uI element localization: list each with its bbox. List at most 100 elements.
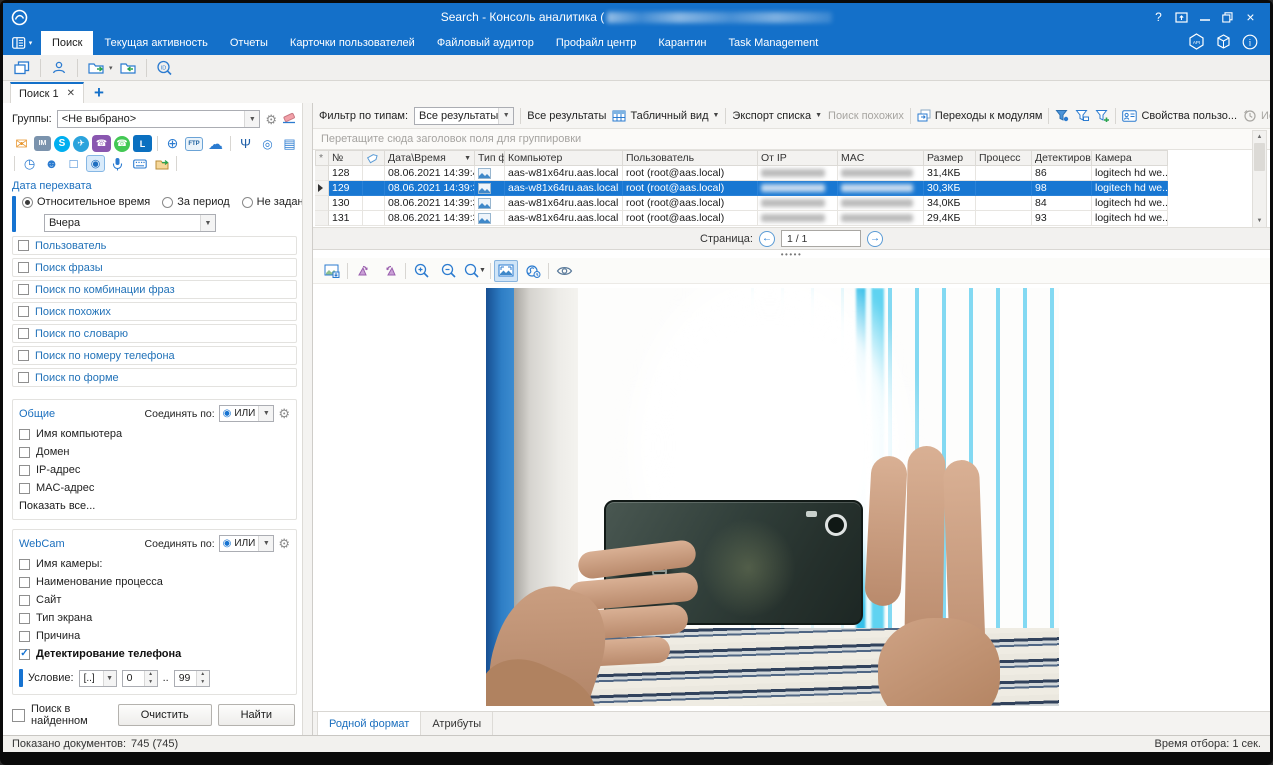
scroll-down-arrow[interactable]: ▼ xyxy=(1257,215,1263,227)
restore-button[interactable] xyxy=(1216,6,1239,28)
checkbox[interactable] xyxy=(18,240,29,251)
ftp-channel-icon[interactable]: FTP xyxy=(185,137,203,151)
column-from-ip[interactable]: От IP xyxy=(758,150,838,166)
webcam-channel-icon-selected[interactable]: ◉ xyxy=(86,155,105,172)
search-by-id-button[interactable]: ID xyxy=(153,57,177,79)
table-view-button[interactable]: Табличный вид▼ xyxy=(612,110,719,122)
user-search-button[interactable] xyxy=(47,57,71,79)
checkbox[interactable] xyxy=(19,447,30,458)
menu-tab-task-management[interactable]: Task Management xyxy=(717,31,829,55)
menu-tab-profile-center[interactable]: Профайл центр xyxy=(545,31,647,55)
application-menu-button[interactable]: ▾ xyxy=(3,31,41,55)
time-channel-icon[interactable]: ◷ xyxy=(20,155,39,172)
whatsapp-channel-icon[interactable]: ☎ xyxy=(114,136,130,152)
clear-groups-icon[interactable] xyxy=(282,111,297,127)
webcam-item-site[interactable]: Сайт xyxy=(19,594,290,606)
checkbox[interactable] xyxy=(19,577,30,588)
filter-funnel-monitor-icon[interactable] xyxy=(1075,109,1089,122)
rotate-right-button[interactable] xyxy=(378,260,402,282)
column-detected[interactable]: Детектирова xyxy=(1032,150,1092,166)
checkbox[interactable] xyxy=(19,483,30,494)
checkbox[interactable] xyxy=(18,350,29,361)
correspondence-history-button[interactable]: История переписки xyxy=(1243,109,1270,122)
webcam-join-dropdown[interactable]: ◉ ИЛИ ▼ xyxy=(219,535,275,552)
webcam-settings-icon[interactable]: ⚙ xyxy=(278,537,290,550)
table-row-selected[interactable]: 129 08.06.2021 14:39:38 aas-w81x64ru.aas… xyxy=(315,181,1168,196)
webcam-item-screen-type[interactable]: Тип экрана xyxy=(19,612,290,624)
filter-phone-number-search[interactable]: Поиск по номеру телефона xyxy=(12,346,297,365)
menu-tab-search[interactable]: Поиск xyxy=(41,31,93,55)
filter-phrase-combination[interactable]: Поиск по комбинации фраз xyxy=(12,280,297,299)
tab-search-1[interactable]: Поиск 1 ✕ xyxy=(10,82,84,103)
spinner-buttons[interactable]: ▲▼ xyxy=(196,671,209,686)
groups-settings-icon[interactable]: ⚙ xyxy=(265,113,277,126)
search-similar-button[interactable]: Поиск похожих xyxy=(828,110,904,122)
export-folder-button[interactable] xyxy=(84,57,108,79)
cloud-channel-icon[interactable]: ☁ xyxy=(206,135,225,152)
im-channel-icon[interactable]: IM xyxy=(34,136,51,151)
webcam-photo[interactable] xyxy=(486,288,1059,706)
help-button[interactable]: ? xyxy=(1147,6,1170,28)
panel-splitter-handle[interactable]: ••••• xyxy=(313,250,1270,258)
page-number-input[interactable]: 1 / 1 xyxy=(781,230,861,247)
files-channel-icon[interactable] xyxy=(152,155,171,172)
lync-channel-icon[interactable]: L xyxy=(133,135,152,152)
save-image-button[interactable] xyxy=(320,260,344,282)
go-to-modules-button[interactable]: Переходы к модулям xyxy=(917,109,1043,122)
checkbox[interactable] xyxy=(18,284,29,295)
condition-from-input[interactable]: 0 ▲▼ xyxy=(122,670,158,687)
radio-period[interactable] xyxy=(162,197,173,208)
common-settings-icon[interactable]: ⚙ xyxy=(278,407,290,420)
filter-funnel-add-icon[interactable] xyxy=(1095,109,1109,122)
column-filetype[interactable]: Тип фа xyxy=(475,150,505,166)
filter-similar-search[interactable]: Поиск похожих xyxy=(12,302,297,321)
rotate-left-button[interactable] xyxy=(351,260,375,282)
scrollbar-thumb[interactable] xyxy=(1254,143,1265,171)
menu-tab-user-cards[interactable]: Карточки пользователей xyxy=(279,31,426,55)
zoom-out-button[interactable] xyxy=(436,260,460,282)
table-row[interactable]: 131 08.06.2021 14:39:33 aas-w81x64ru.aas… xyxy=(315,211,1168,226)
checkbox[interactable] xyxy=(19,595,30,606)
row-marker-column-header[interactable]: * xyxy=(315,150,329,166)
export-list-button[interactable]: Экспорт списка▼ xyxy=(732,110,822,122)
webcam-item-phone-detection[interactable]: ✓Детектирование телефона xyxy=(19,648,290,660)
telegram-channel-icon[interactable]: ✈ xyxy=(73,136,89,152)
type-filter-dropdown[interactable]: Все результаты▼ xyxy=(414,107,514,125)
common-join-dropdown[interactable]: ◉ ИЛИ ▼ xyxy=(219,405,275,422)
monitor-channel-icon[interactable]: □ xyxy=(64,155,83,172)
mail-channel-icon[interactable]: ✉ xyxy=(12,135,31,152)
import-folder-button[interactable] xyxy=(116,57,140,79)
common-item-computer-name[interactable]: Имя компьютера xyxy=(19,428,290,440)
new-tab-button[interactable]: + xyxy=(94,84,104,103)
filter-form-search[interactable]: Поиск по форме xyxy=(12,368,297,387)
common-item-ip[interactable]: IP-адрес xyxy=(19,464,290,476)
image-processing-button[interactable] xyxy=(521,260,545,282)
modules-icon[interactable] xyxy=(1215,33,1232,53)
device-channel-icon[interactable]: ◎ xyxy=(258,135,277,152)
filter-dictionary-search[interactable]: Поиск по словарю xyxy=(12,324,297,343)
filter-funnel-user-icon[interactable] xyxy=(1055,109,1069,122)
column-datetime[interactable]: Дата\Время▼ xyxy=(385,150,475,166)
common-item-mac[interactable]: MAC-адрес xyxy=(19,482,290,494)
tab-native-format[interactable]: Родной формат xyxy=(317,712,421,735)
microphone-channel-icon[interactable] xyxy=(108,155,127,172)
export-dropdown-caret[interactable]: ▾ xyxy=(109,64,113,72)
checkbox-checked[interactable]: ✓ xyxy=(19,649,30,660)
column-user[interactable]: Пользователь xyxy=(623,150,758,166)
tab-attributes[interactable]: Атрибуты xyxy=(421,712,493,735)
keyboard-channel-icon[interactable] xyxy=(130,155,149,172)
webcam-item-reason[interactable]: Причина xyxy=(19,630,290,642)
visibility-eye-button[interactable] xyxy=(552,260,576,282)
column-computer[interactable]: Компьютер xyxy=(505,150,623,166)
checkbox[interactable] xyxy=(18,306,29,317)
checkbox[interactable] xyxy=(19,631,30,642)
checkbox[interactable] xyxy=(19,613,30,624)
fit-to-window-button[interactable] xyxy=(494,260,518,282)
spinner-buttons[interactable]: ▲▼ xyxy=(144,671,157,686)
column-tag[interactable] xyxy=(363,150,385,166)
clear-button[interactable]: Очистить xyxy=(118,704,212,726)
search-in-found-checkbox[interactable] xyxy=(12,709,25,722)
next-page-button[interactable]: → xyxy=(867,231,883,247)
new-window-button[interactable] xyxy=(10,57,34,79)
checkbox[interactable] xyxy=(19,559,30,570)
